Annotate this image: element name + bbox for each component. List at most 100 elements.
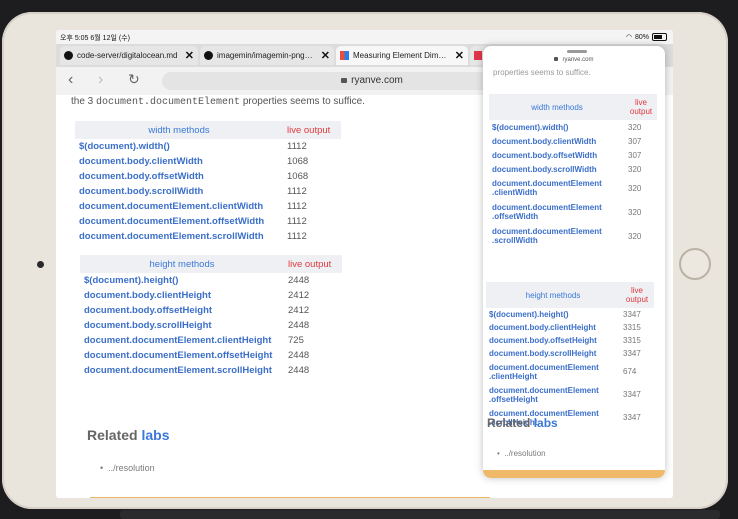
method-name: document.documentElement.scrollWidth — [79, 231, 264, 242]
back-button[interactable]: ‹ — [68, 71, 73, 89]
close-tab-icon[interactable]: ✕ — [185, 49, 194, 62]
live-value: 2412 — [288, 290, 310, 301]
table-row: document.body.offsetHeight 2412 — [80, 303, 342, 318]
table-row: document.body.scrollWidth 1112 — [75, 184, 341, 199]
close-tab-icon[interactable]: ✕ — [321, 49, 330, 62]
method-name: document.documentElement.offsetWidth — [492, 203, 602, 221]
forward-button[interactable]: › — [98, 71, 103, 89]
method-name: document.documentElement.offsetWidth — [79, 216, 265, 227]
live-value: 3347 — [623, 310, 641, 319]
lock-icon — [554, 57, 559, 62]
method-name: document.documentElement.offsetHeight — [489, 385, 599, 404]
github-icon — [204, 51, 213, 60]
home-button[interactable] — [679, 248, 711, 280]
slide-width-methods-table: width methods live output $(document).wid… — [489, 94, 657, 248]
tab-title: Measuring Element Dimension — [353, 51, 451, 60]
tab-code-server[interactable]: code-server/digitalocean.md ✕ — [60, 46, 198, 65]
method-name: document.documentElement.offsetHeight — [84, 350, 273, 361]
slide-related-labs-heading: Related labs — [487, 416, 558, 430]
table-row: document.documentElement.scrollWidth 1112 — [75, 229, 341, 244]
reload-button[interactable]: ↻ — [128, 71, 140, 88]
method-name: document.body.clientWidth — [492, 136, 597, 146]
method-name: document.documentElement.scrollHeight — [84, 365, 272, 376]
live-value: 1112 — [287, 201, 307, 212]
table-row: $(document).width() 1112 — [75, 139, 341, 154]
slide-over-window: ryanve.com properties seems to suffice. … — [483, 46, 665, 478]
method-name: document.body.clientHeight — [84, 290, 212, 301]
resolution-link[interactable]: ../resolution — [504, 449, 545, 458]
accent-band — [90, 497, 490, 498]
table-row: document.documentElement .offsetHeight 334… — [486, 383, 654, 406]
method-name: document.body.offsetHeight — [489, 336, 597, 345]
method-name: document.body.clientWidth — [79, 156, 203, 167]
table-row: document.documentElement.scrollHeight 244… — [80, 363, 342, 378]
method-name: document.documentElement.clientWidth — [79, 201, 264, 212]
site-favicon-icon — [340, 51, 349, 60]
table-row: document.documentElement.clientHeight 725 — [80, 333, 342, 348]
battery-icon — [652, 33, 667, 41]
live-value: 2448 — [288, 350, 310, 361]
live-value: 1112 — [287, 216, 307, 227]
method-name: document.body.offsetWidth — [492, 150, 598, 160]
live-value: 320 — [628, 164, 642, 174]
site-favicon-icon — [474, 51, 482, 60]
resolution-link[interactable]: ../resolution — [108, 463, 155, 473]
intro-text: the 3 document.documentElement propertie… — [71, 96, 365, 108]
github-icon — [64, 51, 73, 60]
list-item: • ../resolution — [497, 449, 546, 458]
method-name: document.body.offsetWidth — [79, 171, 204, 182]
live-value: 320 — [628, 122, 642, 132]
live-value: 725 — [288, 335, 304, 346]
live-output-header: live output — [284, 255, 342, 273]
method-name: document.documentElement.clientHeight — [489, 362, 599, 381]
slide-height-methods-table: height methods live output $(document).he… — [486, 282, 654, 429]
table-row: document.body.clientWidth 307 — [489, 134, 657, 148]
method-name: $(document).width() — [79, 141, 170, 152]
method-name: $(document).width() — [492, 122, 569, 132]
labs-link[interactable]: labs — [141, 427, 169, 443]
table-row: document.documentElement.offsetHeight 244… — [80, 348, 342, 363]
live-value: 307 — [628, 150, 642, 160]
related-labs-heading: Related labs — [87, 427, 170, 443]
slide-url-text[interactable]: ryanve.com — [562, 57, 593, 63]
status-bar: 오후 5:05 6월 12일 (수) ◠ 80% — [56, 30, 673, 44]
live-value: 1112 — [287, 186, 307, 197]
live-value: 307 — [628, 136, 642, 146]
page-content: the 3 document.documentElement propertie… — [56, 95, 490, 498]
status-time: 오후 5:05 — [60, 35, 89, 42]
slide-intro-text: properties seems to suffice. — [493, 68, 591, 77]
live-value: 1068 — [287, 156, 309, 167]
method-name: document.body.scrollWidth — [492, 164, 597, 174]
table-row: document.body.scrollWidth 320 — [489, 162, 657, 176]
wifi-icon: ◠ — [625, 34, 632, 41]
method-name: document.body.clientHeight — [489, 323, 596, 332]
ipad-screen: 오후 5:05 6월 12일 (수) ◠ 80% code-server/dig… — [56, 30, 673, 498]
method-name: $(document).height() — [84, 275, 179, 286]
tab-imagemin[interactable]: imagemin/imagemin-pngquant ✕ — [200, 46, 334, 65]
accent-band — [483, 470, 665, 478]
live-value: 2448 — [288, 365, 310, 376]
method-name: document.body.scrollHeight — [84, 320, 212, 331]
keyboard-case — [120, 510, 720, 519]
live-value: 2412 — [288, 305, 310, 316]
height-methods-header: height methods — [80, 255, 284, 273]
method-name: $(document).height() — [489, 310, 569, 319]
battery-percent: 80% — [634, 33, 649, 41]
live-value: 1112 — [287, 141, 307, 152]
height-methods-table: height methods live output $(document).h… — [80, 255, 342, 378]
method-name: document.body.scrollHeight — [489, 349, 597, 358]
table-row: $(document).height() 3347 — [486, 308, 654, 321]
live-value: 320 — [628, 231, 642, 241]
tab-measuring[interactable]: Measuring Element Dimension ✕ — [336, 46, 468, 65]
close-tab-icon[interactable]: ✕ — [455, 49, 464, 62]
live-value: 674 — [623, 367, 637, 376]
width-methods-header: width methods — [75, 121, 283, 139]
tab-title: code-server/digitalocean.md — [77, 51, 178, 60]
live-value: 3347 — [623, 413, 641, 422]
width-methods-table: width methods live output $(document).wi… — [75, 121, 341, 244]
labs-link[interactable]: labs — [534, 416, 558, 430]
slide-over-handle[interactable] — [567, 50, 587, 53]
live-value: 2448 — [288, 320, 310, 331]
live-value: 3315 — [623, 323, 641, 332]
table-row: document.documentElement .clientHeight 674 — [486, 360, 654, 383]
